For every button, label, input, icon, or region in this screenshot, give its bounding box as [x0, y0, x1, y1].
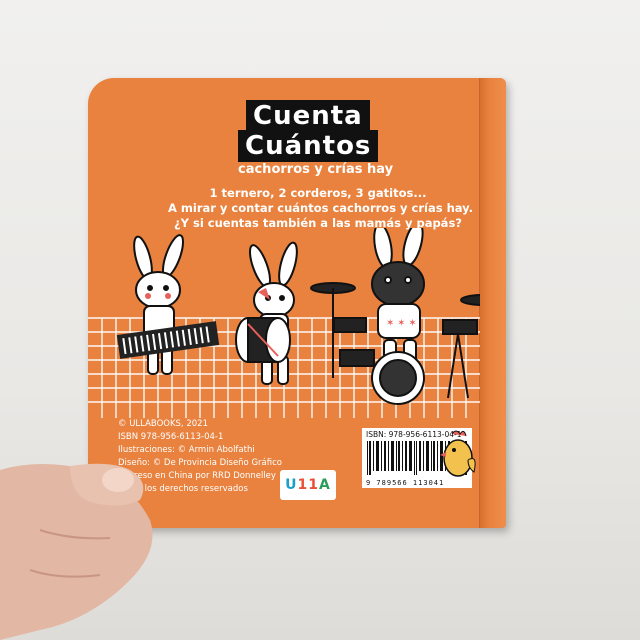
- book-spine: [479, 78, 506, 528]
- logo-letter: A: [319, 477, 331, 493]
- blurb: 1 ternero, 2 corderos, 3 gatitos... A mi…: [168, 186, 473, 231]
- subtitle: cachorros y crías hay: [238, 162, 394, 177]
- logo-letter: 1: [308, 477, 320, 493]
- blurb-line: 1 ternero, 2 corderos, 3 gatitos...: [209, 186, 427, 200]
- title-line-1: Cuenta: [246, 100, 370, 132]
- marching-bass-drum: [235, 317, 291, 363]
- rabbit-band-illustration: ✶ ✶ ✶: [88, 228, 480, 418]
- svg-text:✶ ✶ ✶: ✶ ✶ ✶: [386, 318, 417, 329]
- rabbit-drum-kit-player: ✶ ✶ ✶: [371, 228, 425, 365]
- hand-holding-book: [0, 463, 153, 640]
- barcode-digits: 9 789566 113041: [366, 479, 445, 487]
- title-line-2: Cuántos: [238, 130, 379, 162]
- blurb-line: A mirar y contar cuántos cachorros y crí…: [168, 201, 473, 215]
- rooster-illustration: [440, 430, 476, 477]
